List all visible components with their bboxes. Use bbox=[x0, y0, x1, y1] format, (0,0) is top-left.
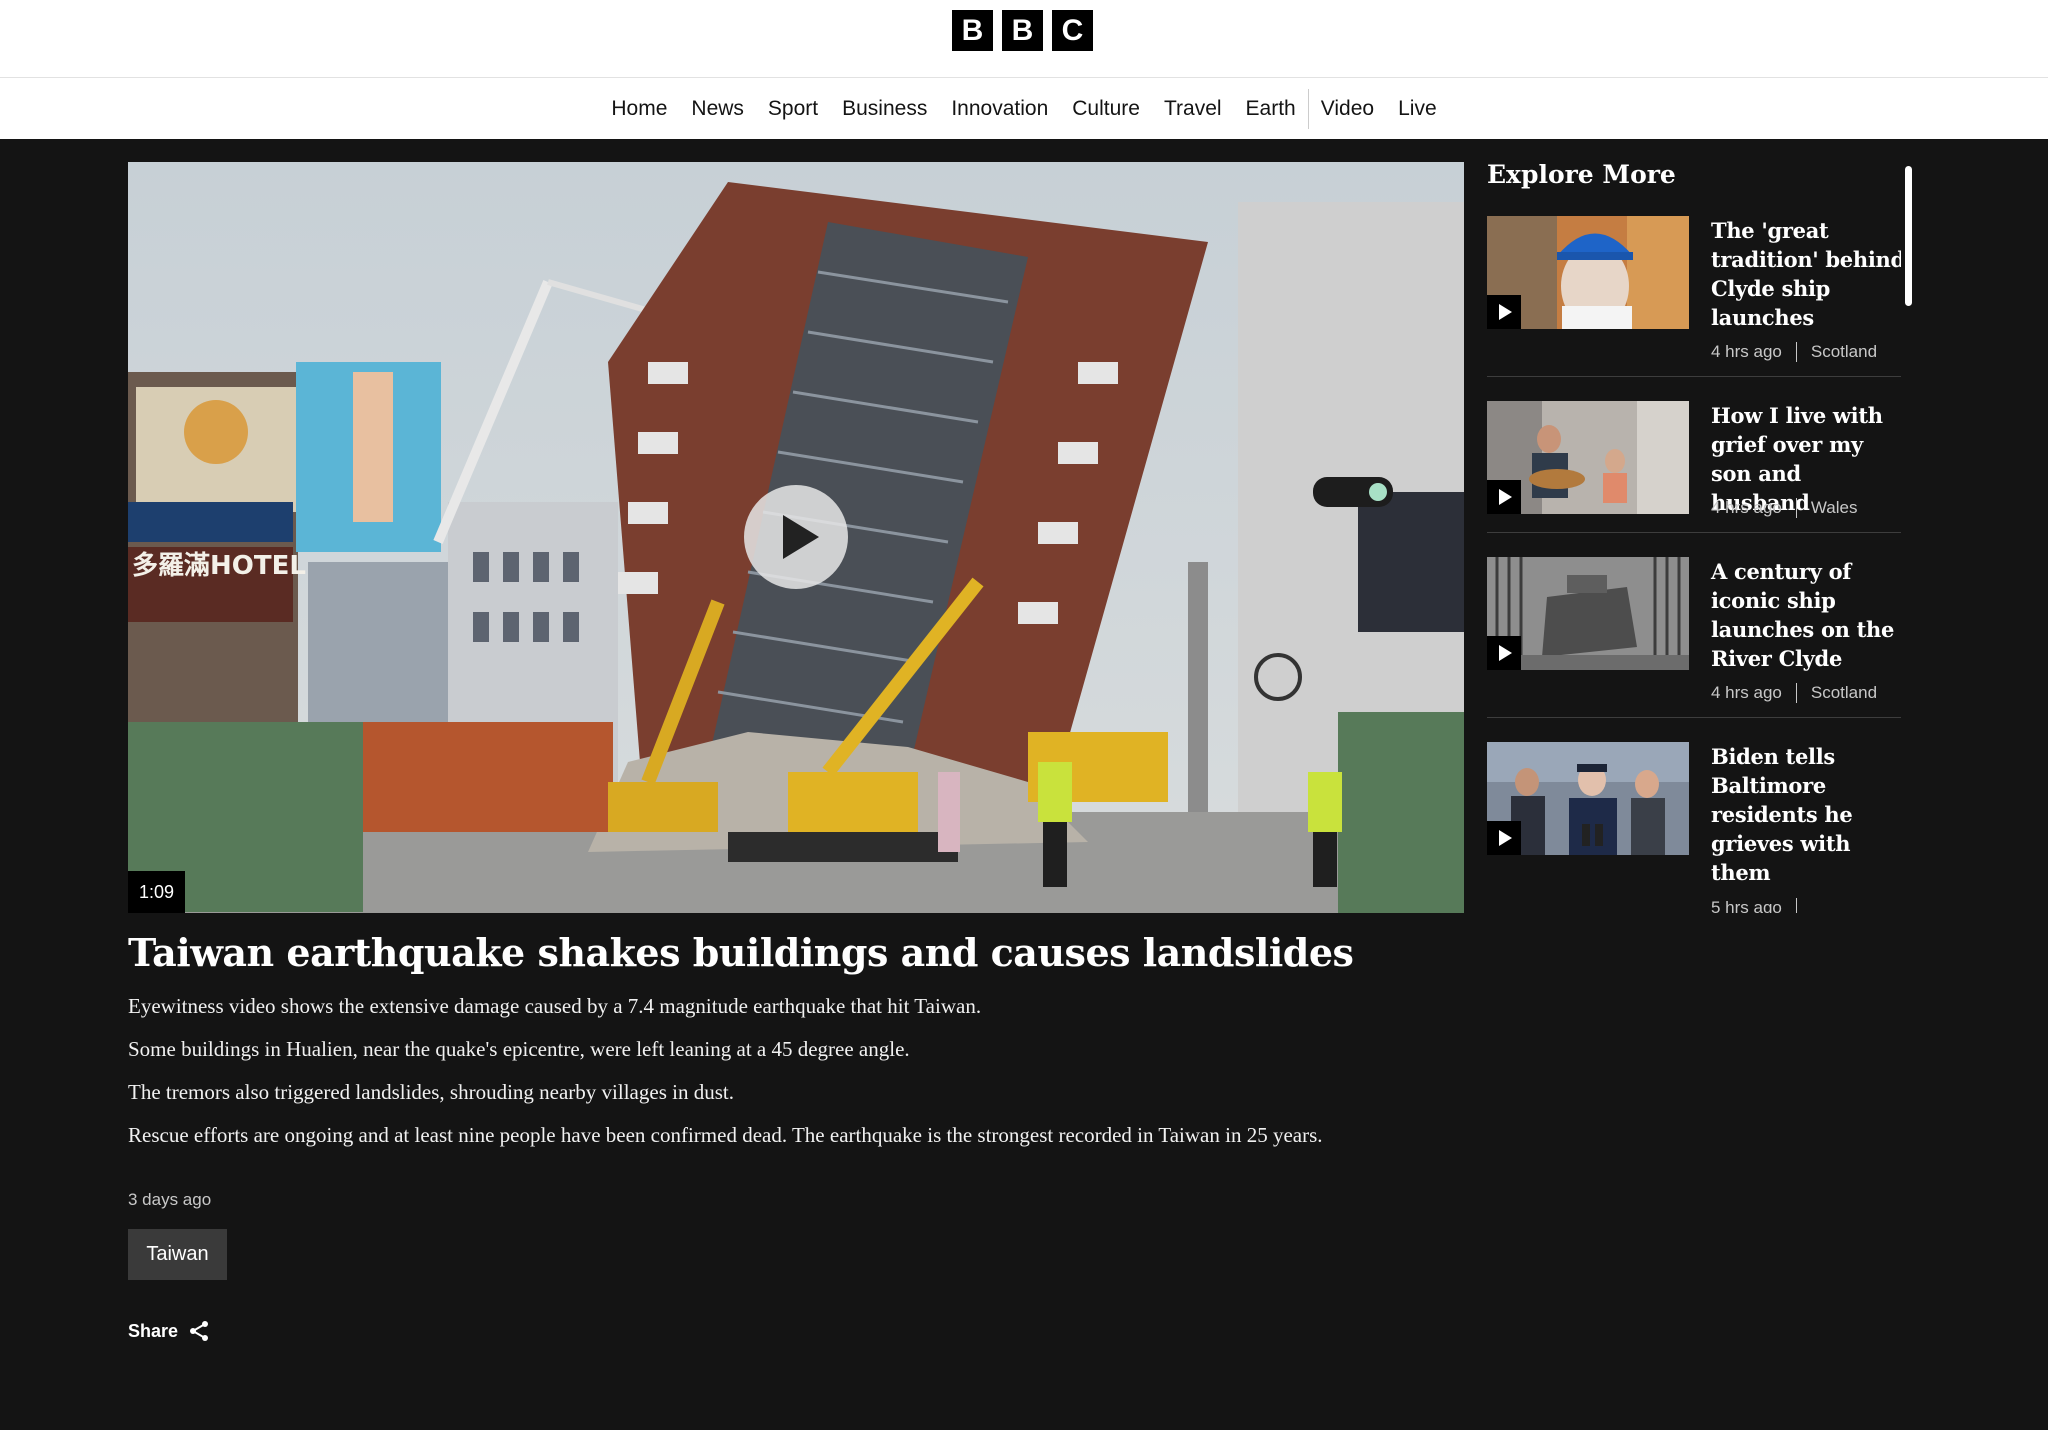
explore-divider bbox=[1487, 532, 1901, 533]
video-play-icon bbox=[1487, 480, 1521, 514]
article-paragraph-2: Some buildings in Hualien, near the quak… bbox=[128, 1037, 910, 1061]
video-player[interactable]: 多羅滿HOTEL 1:09 bbox=[128, 162, 1464, 913]
explore-item-title: Biden tells Baltimore residents he griev… bbox=[1711, 744, 1853, 885]
meta-divider bbox=[1795, 342, 1797, 362]
meta-divider bbox=[1795, 683, 1797, 703]
explore-item-time: 4 hrs ago bbox=[1711, 342, 1782, 361]
explore-divider bbox=[1487, 717, 1901, 718]
explore-divider bbox=[1487, 376, 1901, 377]
logo-letter-b1: B bbox=[952, 10, 993, 51]
explore-more-list: The 'great tradition' behind Clyde ship … bbox=[1487, 216, 1901, 913]
explore-item-section[interactable]: Scotland bbox=[1811, 342, 1877, 362]
explore-item-title: A century of iconic ship launches on the… bbox=[1711, 559, 1895, 671]
explore-item-meta: 5 hrs ago bbox=[1711, 898, 1811, 913]
explore-item-time: 4 hrs ago bbox=[1711, 498, 1782, 517]
video-play-icon bbox=[1487, 636, 1521, 670]
explore-item-section[interactable]: Wales bbox=[1811, 498, 1858, 518]
nav-innovation[interactable]: Innovation bbox=[939, 78, 1060, 139]
explore-thumbnail bbox=[1487, 216, 1689, 329]
nav-travel[interactable]: Travel bbox=[1152, 78, 1234, 139]
nav-news[interactable]: News bbox=[679, 78, 756, 139]
logo-letter-c: C bbox=[1052, 10, 1093, 51]
site-header: B B C bbox=[0, 0, 2048, 78]
explore-item-time: 4 hrs ago bbox=[1711, 683, 1782, 702]
video-play-icon bbox=[1487, 295, 1521, 329]
nav-home[interactable]: Home bbox=[599, 78, 679, 139]
nav-list: Home News Sport Business Innovation Cult… bbox=[0, 78, 2048, 139]
explore-item-meta: 4 hrs ago Scotland bbox=[1711, 342, 1877, 362]
explore-thumbnail bbox=[1487, 557, 1689, 670]
nav-live[interactable]: Live bbox=[1386, 78, 1449, 139]
explore-item-time: 5 hrs ago bbox=[1711, 898, 1782, 913]
bbc-logo[interactable]: B B C bbox=[952, 10, 1093, 51]
article-paragraph-3: The tremors also triggered landslides, s… bbox=[128, 1080, 734, 1104]
topic-tag-taiwan[interactable]: Taiwan bbox=[128, 1229, 227, 1280]
logo-letter-b2: B bbox=[1002, 10, 1043, 51]
explore-more-heading: Explore More bbox=[1487, 160, 1676, 189]
main-navigation: Home News Sport Business Innovation Cult… bbox=[0, 78, 2048, 139]
share-button[interactable]: Share bbox=[128, 1320, 210, 1342]
article-paragraph-1: Eyewitness video shows the extensive dam… bbox=[128, 994, 982, 1018]
video-play-button[interactable] bbox=[744, 485, 848, 589]
explore-thumbnail bbox=[1487, 742, 1689, 855]
hotel-sign: 多羅滿HOTEL bbox=[132, 551, 306, 581]
share-label: Share bbox=[128, 1320, 179, 1341]
nav-earth[interactable]: Earth bbox=[1234, 78, 1308, 139]
explore-item-section[interactable]: Scotland bbox=[1811, 683, 1877, 703]
sidebar-scrollbar[interactable] bbox=[1905, 166, 1912, 306]
play-icon bbox=[783, 515, 819, 559]
nav-video[interactable]: Video bbox=[1309, 78, 1386, 139]
video-duration: 1:09 bbox=[128, 871, 186, 913]
meta-divider bbox=[1795, 498, 1797, 518]
explore-item-title: The 'great tradition' behind Clyde ship … bbox=[1711, 218, 1901, 330]
explore-item-meta: 4 hrs ago Wales bbox=[1711, 498, 1858, 518]
nav-culture[interactable]: Culture bbox=[1060, 78, 1152, 139]
nav-business[interactable]: Business bbox=[830, 78, 939, 139]
article-headline: Taiwan earthquake shakes buildings and c… bbox=[128, 930, 1354, 975]
explore-item-meta: 4 hrs ago Scotland bbox=[1711, 683, 1877, 703]
video-play-icon bbox=[1487, 821, 1521, 855]
share-icon bbox=[190, 1321, 209, 1341]
article-timestamp: 3 days ago bbox=[128, 1190, 212, 1209]
article-paragraph-4: Rescue efforts are ongoing and at least … bbox=[128, 1123, 1323, 1147]
meta-divider bbox=[1795, 898, 1797, 913]
explore-thumbnail bbox=[1487, 401, 1689, 514]
nav-sport[interactable]: Sport bbox=[756, 78, 830, 139]
